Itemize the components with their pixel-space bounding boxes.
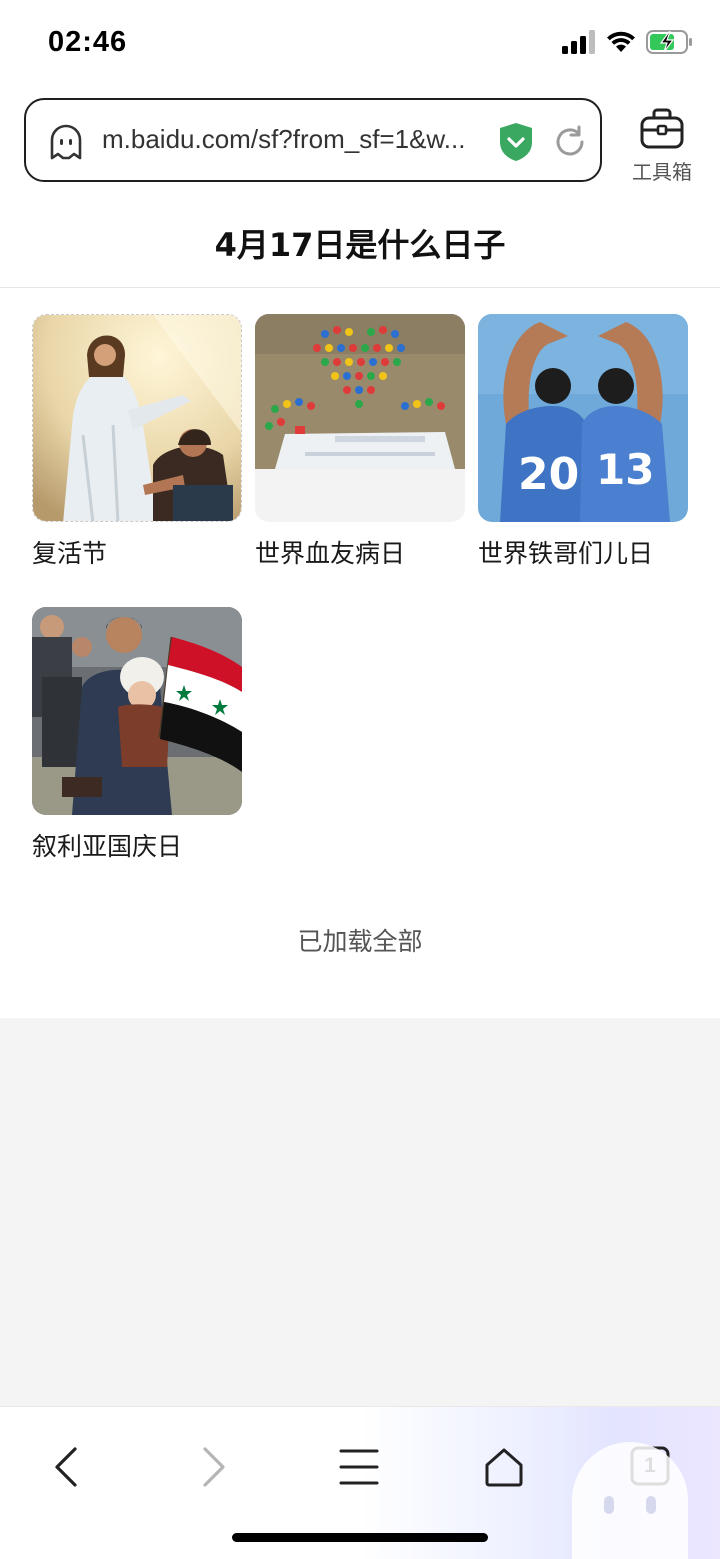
status-bar: 02:46	[0, 0, 720, 90]
back-icon	[55, 1447, 77, 1487]
wifi-icon	[607, 31, 635, 52]
signal-icon	[562, 30, 595, 54]
menu-button[interactable]	[329, 1437, 389, 1497]
card-label: 世界铁哥们儿日	[478, 539, 654, 568]
url-text[interactable]: m.baidu.com/sf?from_sf=1&w...	[102, 124, 492, 155]
world-hemophilia-day-image[interactable]	[255, 314, 465, 522]
card-world-hemophilia-day[interactable]: 世界血友病日	[255, 314, 465, 568]
card-label: 叙利亚国庆日	[32, 832, 183, 861]
toolbox-icon	[640, 108, 684, 149]
empty-background	[0, 1018, 720, 1406]
card-syria-national-day[interactable]: 叙利亚国庆日	[32, 607, 242, 861]
address-bar[interactable]: m.baidu.com/sf?from_sf=1&w...	[24, 98, 602, 182]
forward-button[interactable]	[184, 1437, 244, 1497]
toolbox-label: 工具箱	[632, 160, 692, 184]
browser-page: 02:46 m.baidu.com/sf?from_sf=1&w... 工具箱 …	[0, 0, 720, 1559]
world-buddies-day-image[interactable]: 20 13	[478, 314, 688, 522]
home-indicator	[232, 1533, 488, 1542]
svg-text:20: 20	[518, 449, 579, 500]
page-title: 4月17日是什么日子	[214, 226, 506, 264]
title-divider	[0, 287, 720, 288]
ghost-icon[interactable]	[46, 122, 86, 162]
forward-icon	[203, 1447, 225, 1487]
card-label: 世界血友病日	[255, 539, 406, 568]
reload-icon[interactable]	[552, 124, 588, 160]
home-icon	[485, 1448, 523, 1487]
status-icons	[562, 30, 694, 54]
status-time: 02:46	[48, 26, 128, 58]
home-button[interactable]	[474, 1437, 534, 1497]
battery-charging-icon	[646, 30, 692, 54]
easter-image[interactable]	[32, 314, 242, 522]
back-button[interactable]	[36, 1437, 96, 1497]
menu-icon	[339, 1449, 379, 1485]
toolbox-button[interactable]: 工具箱	[624, 108, 700, 188]
syria-national-day-image[interactable]	[32, 607, 242, 815]
loaded-all-text: 已加载全部	[297, 927, 423, 956]
card-world-buddies-day[interactable]: 20 13 世界铁哥们儿日	[478, 314, 688, 568]
ghost-mascot-icon	[572, 1442, 688, 1559]
card-label: 复活节	[32, 539, 108, 568]
svg-text:13: 13	[596, 445, 654, 494]
card-easter[interactable]: 复活节	[32, 314, 242, 568]
security-shield-icon[interactable]	[498, 122, 534, 162]
